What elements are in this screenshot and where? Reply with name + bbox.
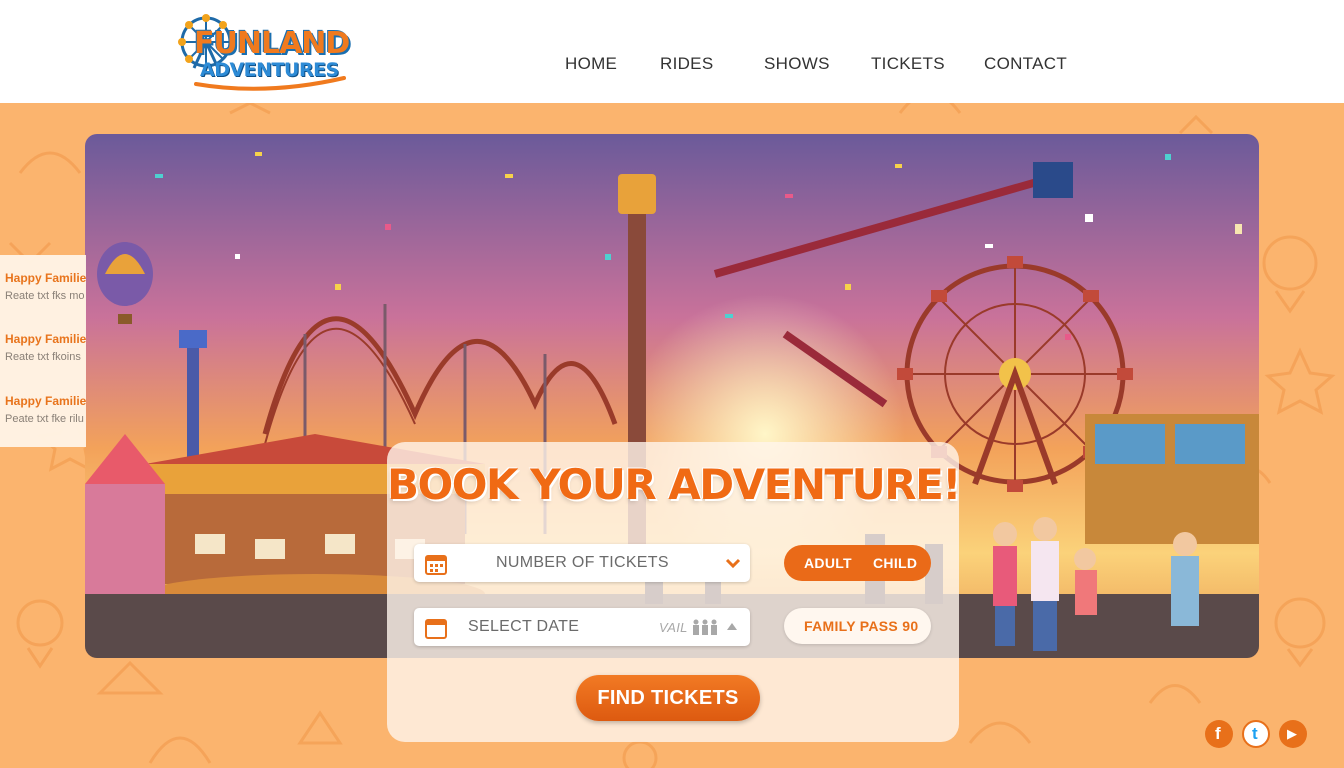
testimonials-strip: Happy Families Reate txt fks mo Happy Fa… [0,255,86,447]
ticket-type-toggle[interactable]: ADULT CHILD [784,545,931,581]
nav-tickets[interactable]: TICKETS [871,54,945,74]
testimonial-title: Happy Families [5,394,86,408]
child-option[interactable]: CHILD [873,555,917,571]
site-header: FUNLAND ADVENTURES HOME RIDES SHOWS TICK… [0,0,1344,103]
calendar-icon [425,555,447,575]
youtube-glyph: ▶ [1287,726,1297,741]
family-pass-button[interactable]: FAMILY PASS 90 [784,608,931,644]
testimonial-item[interactable]: Happy Families Reate txt fks mo [5,271,86,302]
logo-swoosh [194,76,346,91]
facebook-glyph: f [1215,724,1221,743]
testimonial-text: Reate txt fkoins [5,351,81,363]
facebook-icon[interactable]: f [1205,720,1233,748]
family-pass-label: FAMILY PASS 90 [804,618,919,634]
tickets-select[interactable]: NUMBER OF TICKETS [414,544,750,582]
nav-shows[interactable]: SHOWS [764,54,830,74]
booking-panel: BOOK YOUR ADVENTURE! NUMBER OF TICKETS S… [387,442,961,742]
testimonial-text: Reate txt fks mo [5,290,85,302]
testimonial-title: Happy Families [5,332,86,346]
testimonial-item[interactable]: Happy Families Reate txt fkoins [5,332,86,363]
nav-rides[interactable]: RIDES [660,54,713,74]
tickets-placeholder: NUMBER OF TICKETS [496,554,669,571]
date-hint: VAIL [659,620,688,635]
testimonial-title: Happy Families [5,271,86,285]
youtube-icon[interactable]: ▶ [1279,720,1307,748]
nav-contact[interactable]: CONTACT [984,54,1067,74]
nav-home[interactable]: HOME [565,54,617,74]
people-icon [693,619,737,635]
funland-logo[interactable]: FUNLAND ADVENTURES [176,12,350,92]
chevron-down-icon [725,558,741,569]
calendar-icon [425,619,447,639]
twitter-icon[interactable]: t [1242,720,1270,748]
testimonial-text: Peate txt fke rilu [5,413,84,425]
find-tickets-button[interactable]: FIND TICKETS [576,675,760,721]
date-placeholder: SELECT DATE [468,618,580,635]
twitter-glyph: t [1252,724,1258,743]
testimonial-item[interactable]: Happy Families Peate txt fke rilu [5,394,86,425]
booking-title: BOOK YOUR ADVENTURE! [387,460,961,509]
date-field[interactable]: SELECT DATE VAIL [414,608,750,646]
adult-option[interactable]: ADULT [804,555,852,571]
